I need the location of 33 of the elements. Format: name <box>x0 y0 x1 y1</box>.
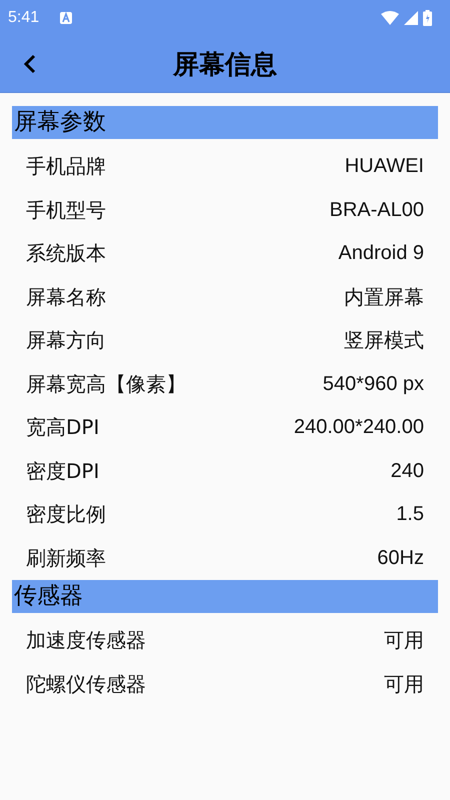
row-label: 加速度传感器 <box>26 627 146 654</box>
battery-icon <box>423 10 432 26</box>
status-time: 5:41 <box>8 9 40 27</box>
row-value: 60Hz <box>377 546 424 570</box>
wifi-icon <box>381 11 399 25</box>
row-label: 屏幕宽高【像素】 <box>26 370 186 398</box>
row-value: 240.00*240.00 <box>294 416 424 440</box>
row-label: 系统版本 <box>26 240 106 268</box>
row-label: 宽高DPI <box>26 414 100 442</box>
row-value: BRA-AL00 <box>330 198 424 222</box>
notification-icon <box>60 12 72 24</box>
row-label: 密度DPI <box>26 458 100 485</box>
row-label: 刷新频率 <box>26 544 106 572</box>
row-value: 可用 <box>384 629 424 654</box>
row-label: 屏幕方向 <box>26 327 106 354</box>
row-label: 密度比例 <box>26 501 106 528</box>
row-label: 手机品牌 <box>26 153 106 180</box>
row-value: 540*960 px <box>322 372 424 396</box>
back-icon[interactable] <box>23 54 37 74</box>
page-title: 屏幕信息 <box>173 48 277 82</box>
row-label: 手机型号 <box>26 196 106 224</box>
row-value: Android 9 <box>338 242 424 266</box>
row-value: 可用 <box>384 672 424 698</box>
section-header: 屏幕参数 <box>12 106 438 139</box>
row-value: HUAWEI <box>344 155 424 178</box>
row-label: 屏幕名称 <box>26 284 106 311</box>
row-value: 内置屏幕 <box>344 286 424 311</box>
signal-icon <box>404 11 418 25</box>
row-value: 竖屏模式 <box>344 329 424 354</box>
row-value: 240 <box>390 460 424 483</box>
row-label: 陀螺仪传感器 <box>26 670 146 698</box>
section-header: 传感器 <box>12 580 438 613</box>
row-value: 1.5 <box>396 503 424 526</box>
